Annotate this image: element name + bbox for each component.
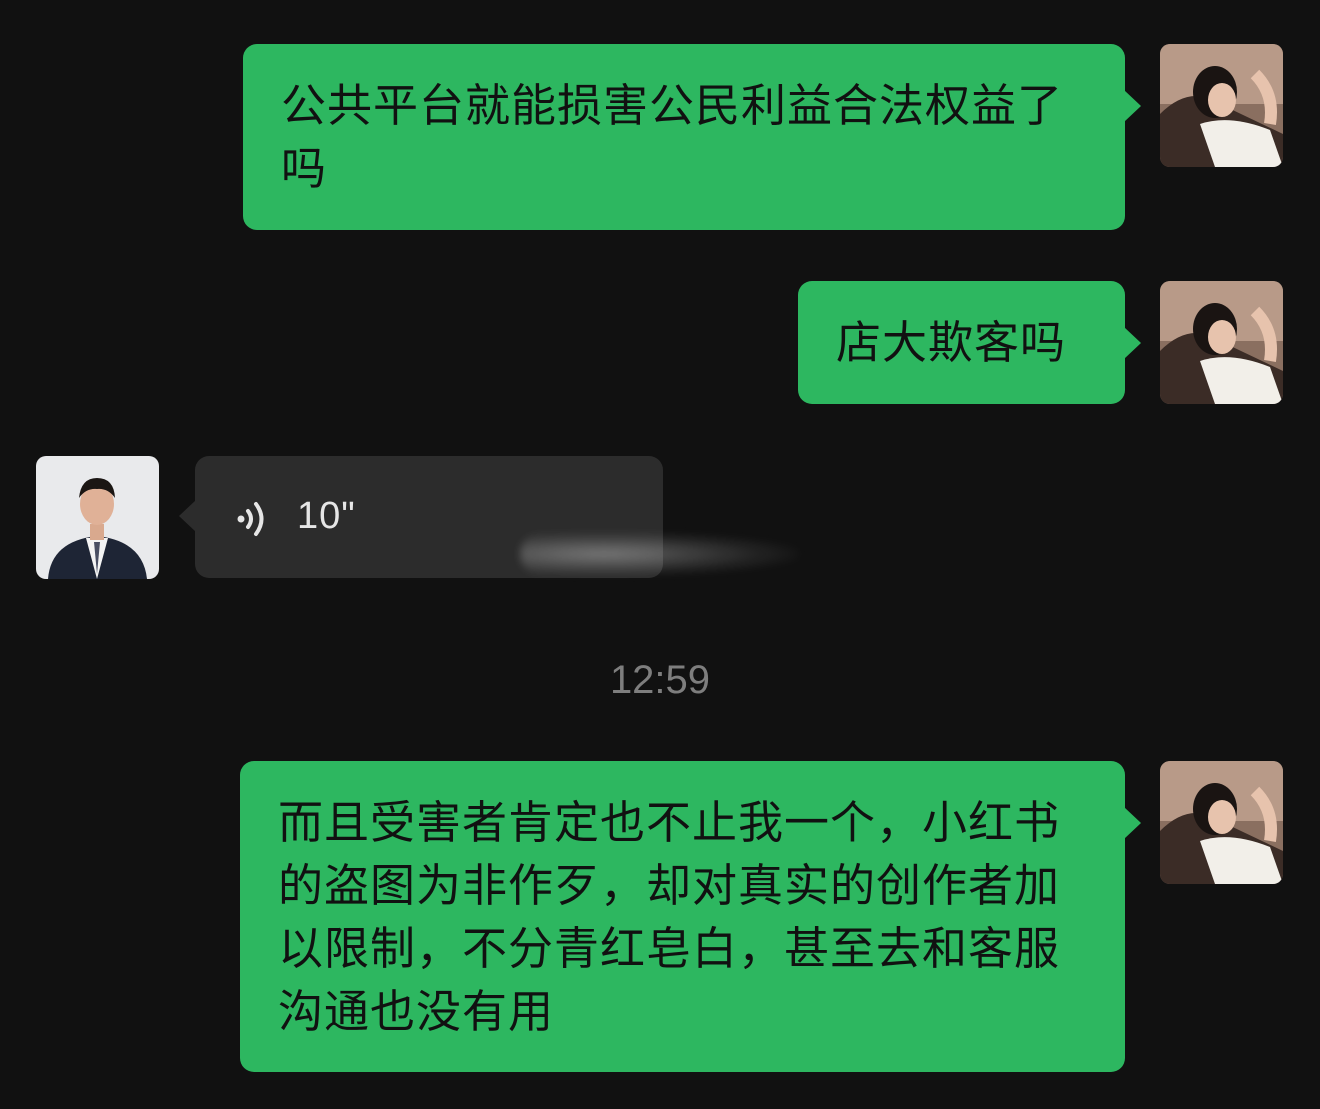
- self-avatar[interactable]: [1160, 281, 1283, 404]
- message-text: 而且受害者肯定也不止我一个，小红书的盗图为非作歹，却对真实的创作者加以限制，不分…: [278, 796, 1061, 1038]
- message-timestamp: 12:59: [609, 658, 711, 702]
- message-text: 公共平台就能损害公民利益合法权益了吗: [281, 79, 1064, 195]
- blur-overlay: [520, 532, 800, 576]
- self-avatar[interactable]: [1160, 761, 1283, 884]
- contact-avatar[interactable]: [36, 456, 159, 579]
- message-bubble-outgoing[interactable]: 而且受害者肯定也不止我一个，小红书的盗图为非作歹，却对真实的创作者加以限制，不分…: [240, 761, 1141, 1072]
- chat-window: 公共平台就能损害公民利益合法权益了吗 店大欺客吗 10" 12:59 而且受害者…: [0, 0, 1320, 1109]
- message-bubble-outgoing[interactable]: 店大欺客吗: [798, 281, 1141, 404]
- message-bubble-outgoing[interactable]: 公共平台就能损害公民利益合法权益了吗: [243, 44, 1141, 230]
- message-text: 店大欺客吗: [836, 316, 1067, 369]
- voice-wave-icon: [237, 502, 264, 536]
- voice-duration: 10": [297, 495, 356, 537]
- self-avatar[interactable]: [1160, 44, 1283, 167]
